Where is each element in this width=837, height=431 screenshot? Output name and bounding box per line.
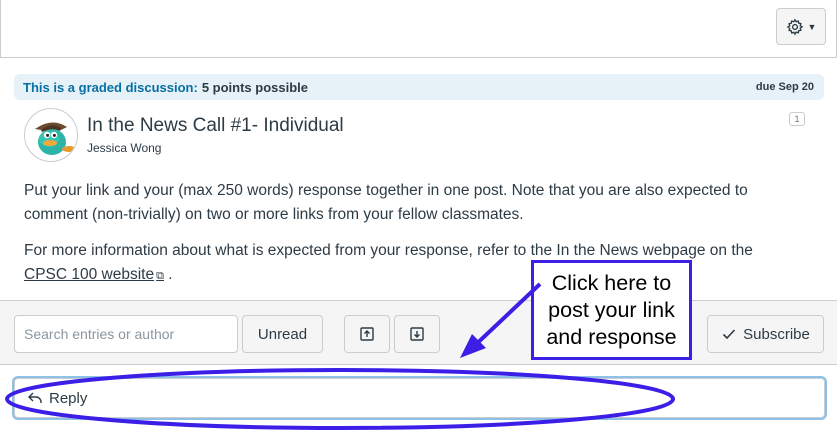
top-bar: ▼ xyxy=(0,0,837,58)
annotation-callout: Click here to post your link and respons… xyxy=(531,260,692,360)
graded-label: This is a graded discussion: xyxy=(23,79,198,95)
subscribe-button[interactable]: Subscribe xyxy=(707,315,824,353)
external-link-icon: ⧉ xyxy=(156,270,164,282)
graded-discussion-banner: This is a graded discussion: 5 points po… xyxy=(14,74,824,100)
expand-icon xyxy=(360,327,374,341)
link-text: CPSC 100 website xyxy=(24,266,155,283)
points-possible: 5 points possible xyxy=(201,79,309,95)
description-paragraph: Put your link and your (max 250 words) r… xyxy=(24,182,748,223)
info-text-suffix: . xyxy=(163,266,173,283)
search-input[interactable] xyxy=(14,315,238,353)
cpsc-100-website-link[interactable]: CPSC 100 website ⧉ xyxy=(24,266,164,283)
unread-button[interactable]: Unread xyxy=(242,315,323,353)
reply-arrow-icon xyxy=(28,392,42,403)
info-text: For more information about what is expec… xyxy=(24,242,753,259)
page-title: In the News Call #1- Individual xyxy=(87,115,344,136)
reply-count-badge: 1 xyxy=(789,112,805,126)
subscribe-label: Subscribe xyxy=(743,325,810,343)
due-date: due Sep 20 xyxy=(755,81,814,93)
checkmark-icon xyxy=(723,329,736,340)
chevron-down-icon: ▼ xyxy=(807,21,817,32)
avatar[interactable] xyxy=(24,108,78,162)
author-name[interactable]: Jessica Wong xyxy=(87,141,161,155)
reply-label: Reply xyxy=(49,389,88,407)
platypus-avatar-image xyxy=(35,122,76,155)
reply-button[interactable]: Reply xyxy=(14,378,825,418)
expand-all-button[interactable] xyxy=(344,315,390,353)
collapse-all-button[interactable] xyxy=(394,315,440,353)
collapse-icon xyxy=(410,327,424,341)
info-paragraph: For more information about what is expec… xyxy=(24,239,814,288)
gear-icon xyxy=(786,18,803,35)
settings-menu-button[interactable]: ▼ xyxy=(776,8,826,45)
discussion-toolbar: Unread Subscribe xyxy=(0,300,837,365)
